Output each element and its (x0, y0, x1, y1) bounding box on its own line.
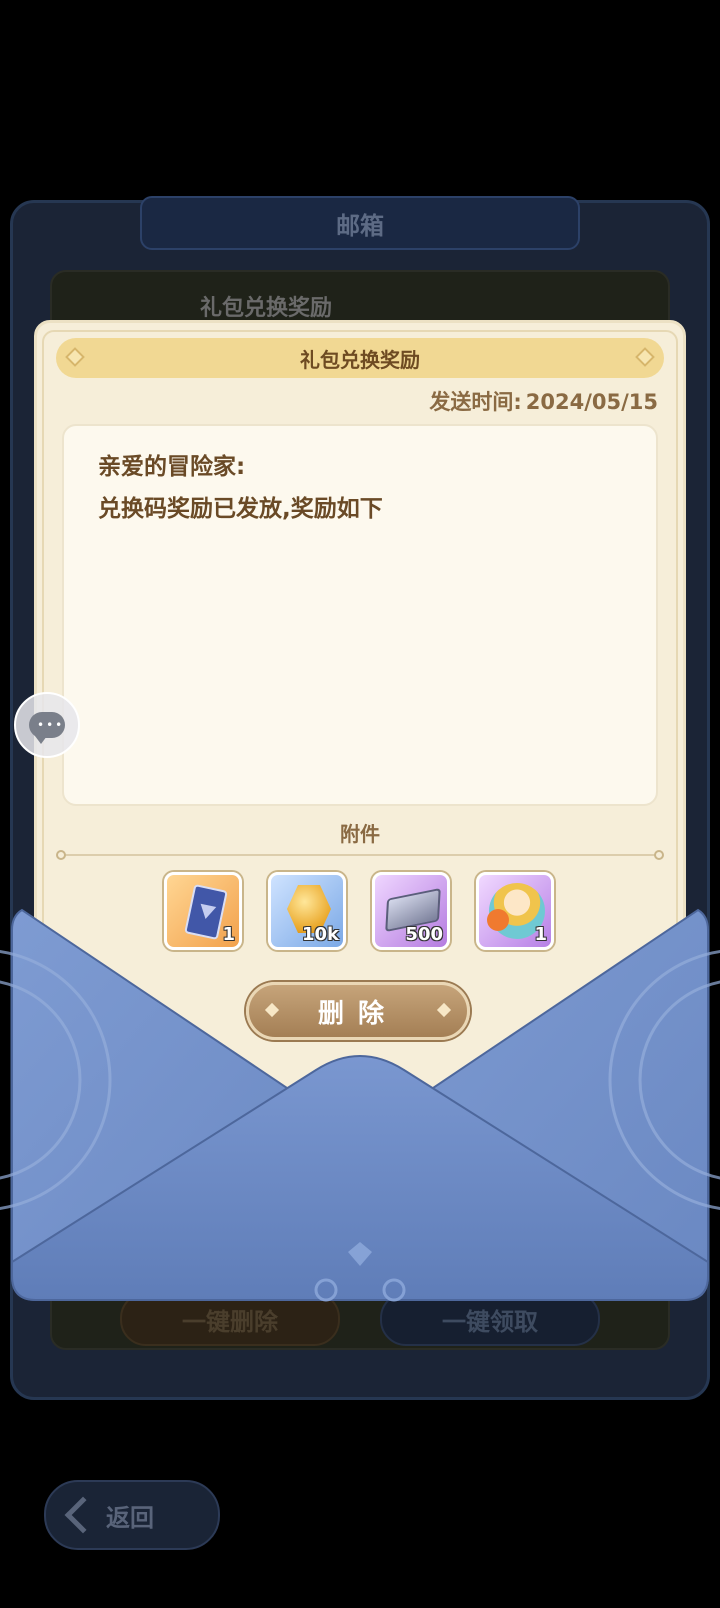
sparkle-icon (264, 1002, 280, 1018)
delete-all-button[interactable]: 一键删除 (120, 1292, 340, 1346)
item-count: 1 (222, 924, 235, 945)
sparkle-icon (436, 1002, 452, 1018)
back-button[interactable]: 返回 (44, 1480, 220, 1550)
item-count: 1 (534, 924, 547, 945)
message-text: 兑换码奖励已发放,奖励如下 (98, 496, 383, 522)
item-count: 500 (405, 924, 443, 945)
letter-title: 礼包兑换奖励 (300, 347, 420, 372)
attachments-divider (62, 854, 658, 856)
card-icon (184, 884, 228, 940)
item-count: 10k (301, 924, 339, 945)
chat-bubble-icon: ••• (29, 712, 65, 744)
floating-chat-button[interactable]: ••• (14, 692, 80, 758)
letter-title-bar: 礼包兑换奖励 (56, 338, 664, 378)
send-time-value: 2024/05/15 (525, 390, 658, 414)
fox-pet-icon (487, 909, 509, 931)
diamond-ornament-icon (635, 347, 655, 367)
back-label: 返回 (106, 1503, 154, 1532)
delete-label: 删除 (317, 998, 398, 1029)
send-time-label: 发送时间: (429, 390, 522, 414)
attachment-item-card[interactable]: 1 (164, 872, 242, 950)
mailbox-title: 邮箱 (336, 212, 384, 240)
attachment-item-avatar-frame[interactable]: 1 (476, 872, 554, 950)
diamond-ornament-icon (65, 347, 85, 367)
back-arrow-icon (64, 1496, 102, 1534)
attachment-item-ingot[interactable]: 500 (372, 872, 450, 950)
send-time: 发送时间: 2024/05/15 (425, 386, 658, 416)
message-body: 亲爱的冒险家: 兑换码奖励已发放,奖励如下 (62, 424, 658, 806)
attachment-item-coin[interactable]: 10k (268, 872, 346, 950)
message-greeting: 亲爱的冒险家: (98, 454, 246, 480)
divider-dot-icon (56, 850, 66, 860)
divider-dot-icon (654, 850, 664, 860)
claim-all-button[interactable]: 一键领取 (380, 1292, 600, 1346)
delete-button[interactable]: 删除 (246, 982, 470, 1040)
attachments-label: 附件 (340, 822, 380, 846)
